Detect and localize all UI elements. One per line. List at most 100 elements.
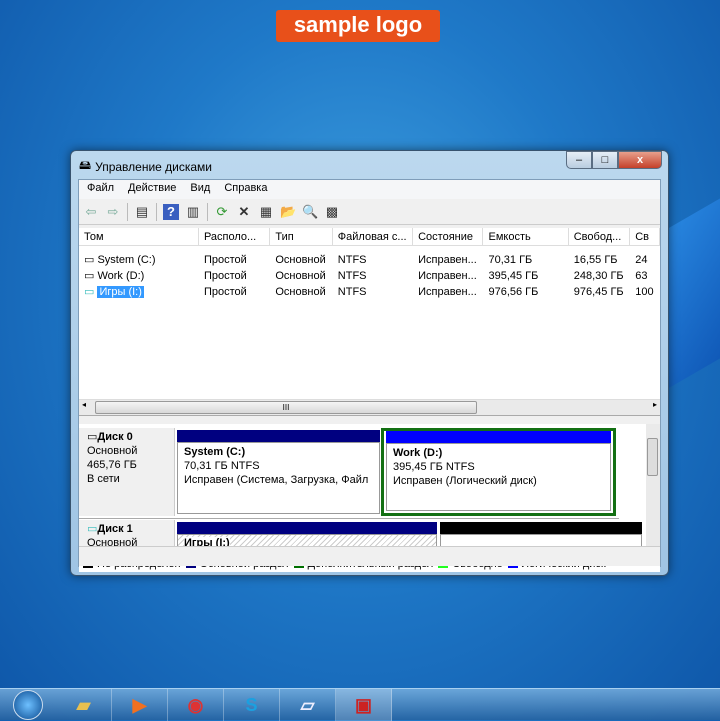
scroll-right-icon[interactable]: ▸ xyxy=(653,400,657,409)
cell: Основной xyxy=(275,270,326,282)
cell: 16,55 ГБ xyxy=(573,254,618,266)
partition-size: 395,45 ГБ NTFS xyxy=(393,461,475,473)
table-row-selected[interactable]: ▭ Игры (I:) Простой Основной NTFS Исправ… xyxy=(79,284,660,300)
action-pane-icon[interactable]: ▥ xyxy=(185,204,201,220)
windows-logo-icon xyxy=(13,689,43,720)
partition-title: System (C:) xyxy=(184,446,246,458)
col-capacity[interactable]: Емкость xyxy=(483,228,569,245)
cell: 24 xyxy=(635,254,648,266)
cell: Исправен... xyxy=(418,270,477,282)
col-percent-free[interactable]: Св xyxy=(630,228,660,245)
partition-bar-primary xyxy=(177,430,380,442)
help-icon[interactable]: ? xyxy=(163,203,179,220)
partition-title: Work (D:) xyxy=(393,447,443,459)
app-icon: 🖴 xyxy=(79,158,92,172)
notepad-icon[interactable]: ▱ xyxy=(280,689,336,721)
vertical-scrollbar[interactable] xyxy=(646,424,660,556)
table-row[interactable]: ▭ Work (D:) Простой Основной NTFS Исправ… xyxy=(79,268,660,284)
partition-status: Исправен (Система, Загрузка, Файл xyxy=(184,474,369,486)
minimize-button[interactable]: – xyxy=(566,151,592,169)
cell: Основной xyxy=(275,286,326,298)
forward-icon[interactable]: ⇨ xyxy=(105,204,121,220)
cell: 63 xyxy=(635,270,648,282)
settings-icon[interactable]: ▩ xyxy=(324,204,340,220)
disk-map: ▭Диск 0 Основной 465,76 ГБ В сети System… xyxy=(79,424,660,556)
col-filesystem[interactable]: Файловая с... xyxy=(333,228,414,245)
disk-size: 465,76 ГБ xyxy=(87,459,137,471)
scrollbar-thumb[interactable] xyxy=(647,438,658,476)
cell: Основной xyxy=(275,254,326,266)
open-folder-icon[interactable]: 📂 xyxy=(280,204,296,220)
disk-icon: ▭ xyxy=(87,523,98,535)
scrollbar-thumb[interactable]: III xyxy=(95,401,477,414)
partition-size: 70,31 ГБ NTFS xyxy=(184,460,260,472)
volume-name: Игры (I:) xyxy=(97,286,144,298)
cell: Простой xyxy=(203,286,247,298)
cell: NTFS xyxy=(337,286,367,298)
start-button[interactable] xyxy=(0,689,56,720)
table-row[interactable]: ▭ System (C:) Простой Основной NTFS Испр… xyxy=(79,252,660,268)
disk-name: Диск 0 xyxy=(97,431,133,443)
cell: Исправен... xyxy=(418,286,477,298)
cell: 976,45 ГБ xyxy=(573,286,624,298)
explorer-icon[interactable]: ▰ xyxy=(56,689,112,721)
volume-name: Work (D:) xyxy=(97,270,145,282)
properties-icon[interactable]: ▦ xyxy=(258,204,274,220)
scroll-left-icon[interactable]: ◂ xyxy=(82,400,86,409)
col-volume[interactable]: Том xyxy=(79,228,199,245)
disk-type: Основной xyxy=(87,445,138,457)
cell: Простой xyxy=(203,254,247,266)
disk-name: Диск 1 xyxy=(97,523,133,535)
title-bar: 🖴 Управление дисками xyxy=(79,156,212,177)
taskbar: ▰ ▶ ◉ S ▱ ▣ xyxy=(0,688,720,721)
disk-management-window: 🖴 Управление дисками – □ x Файл Действие … xyxy=(70,150,669,576)
explore-icon[interactable]: 🔍 xyxy=(302,204,318,220)
cell: Простой xyxy=(203,270,247,282)
col-status[interactable]: Состояние xyxy=(413,228,484,245)
maximize-button[interactable]: □ xyxy=(592,151,618,169)
toolbar: ⇦ ⇨ ▤ ? ▥ ⟳ ✕ ▦ 📂 🔍 ▩ xyxy=(79,199,660,225)
refresh-icon[interactable]: ⟳ xyxy=(214,204,230,220)
cell: NTFS xyxy=(337,270,367,282)
cell: 100 xyxy=(635,286,654,298)
partition-system-c[interactable]: System (C:) 70,31 ГБ NTFS Исправен (Сист… xyxy=(177,442,380,514)
col-layout[interactable]: Располо... xyxy=(199,228,271,245)
volume-list-header: Том Располо... Тип Файловая с... Состоян… xyxy=(79,228,660,246)
partition-work-d[interactable]: Work (D:) 395,45 ГБ NTFS Исправен (Логич… xyxy=(386,443,611,511)
window-title: Управление дисками xyxy=(95,159,213,174)
partition-bar-logical xyxy=(386,431,611,443)
media-player-icon[interactable]: ▶ xyxy=(112,689,168,721)
status-bar xyxy=(79,546,660,566)
partition-bar-primary xyxy=(177,522,437,534)
toolbox-icon[interactable]: ▣ xyxy=(336,689,392,721)
disk-state: В сети xyxy=(87,473,120,485)
cell: 70,31 ГБ xyxy=(488,254,533,266)
disk-0-label[interactable]: ▭Диск 0 Основной 465,76 ГБ В сети xyxy=(79,428,175,516)
show-hide-tree-icon[interactable]: ▤ xyxy=(134,204,150,220)
menu-file[interactable]: Файл xyxy=(87,182,114,197)
menu-help[interactable]: Справка xyxy=(224,182,267,197)
menu-action[interactable]: Действие xyxy=(128,182,176,197)
menu-view[interactable]: Вид xyxy=(190,182,210,197)
disk-icon: ▭ xyxy=(87,431,98,443)
delete-icon[interactable]: ✕ xyxy=(236,204,252,220)
cell: 395,45 ГБ xyxy=(488,270,539,282)
chrome-icon[interactable]: ◉ xyxy=(168,689,224,721)
cell: Исправен... xyxy=(418,254,477,266)
menu-bar: Файл Действие Вид Справка xyxy=(79,180,660,199)
volume-name: System (C:) xyxy=(97,254,156,266)
back-icon[interactable]: ⇦ xyxy=(83,204,99,220)
col-free[interactable]: Свобод... xyxy=(569,228,631,245)
logo: sample logo xyxy=(276,10,440,42)
drive-icon: ▭ xyxy=(84,286,95,298)
skype-icon[interactable]: S xyxy=(224,689,280,721)
cell: 248,30 ГБ xyxy=(573,270,624,282)
partition-status: Исправен (Логический диск) xyxy=(393,475,537,487)
cell: NTFS xyxy=(337,254,367,266)
volume-list: Том Располо... Тип Файловая с... Состоян… xyxy=(79,228,660,416)
close-button[interactable]: x xyxy=(618,151,662,169)
extended-partition[interactable]: Work (D:) 395,45 ГБ NTFS Исправен (Логич… xyxy=(381,428,616,516)
drive-icon: ▭ xyxy=(84,254,95,266)
col-type[interactable]: Тип xyxy=(270,228,333,245)
horizontal-scrollbar[interactable]: ◂ III ▸ xyxy=(79,399,660,415)
